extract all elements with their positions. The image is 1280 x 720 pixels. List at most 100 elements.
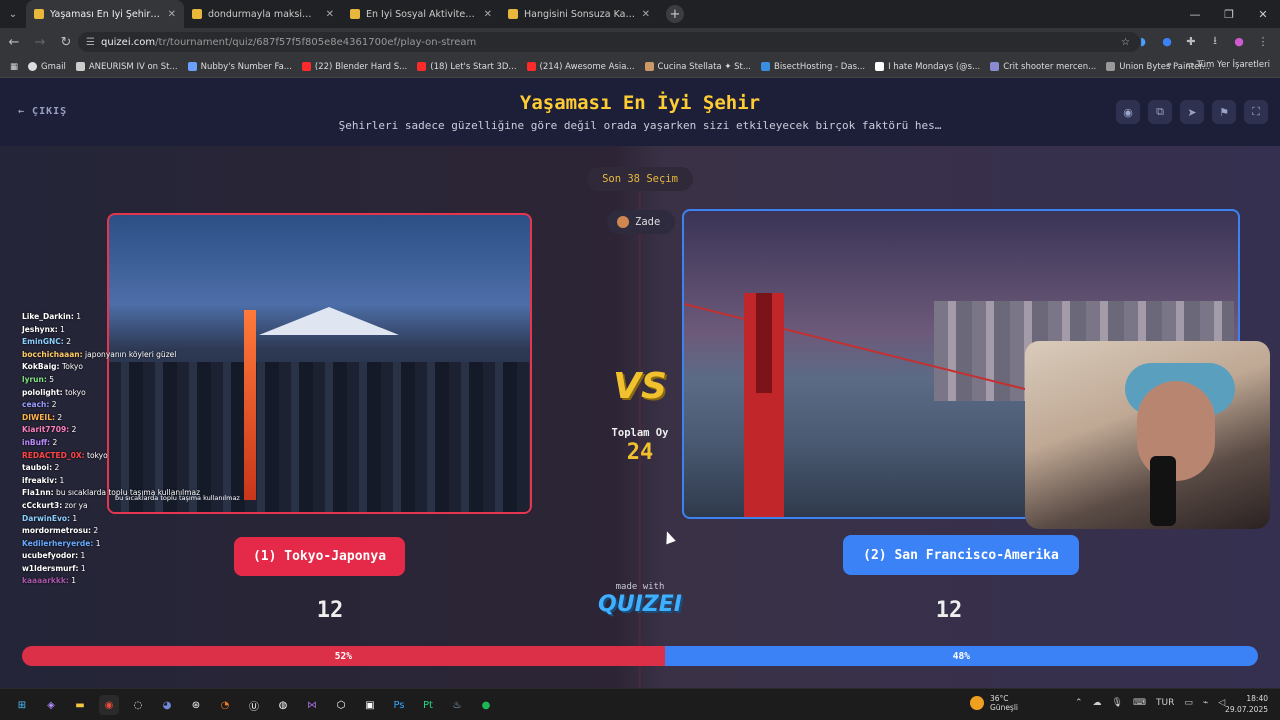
extension-icon[interactable]: ◗ [1134,32,1152,50]
pycharm-icon[interactable]: Pt [418,695,438,715]
keyboard-icon[interactable]: ⌨ [1133,698,1146,708]
bookmark-item[interactable]: (18) Let's Start 3D... [417,62,517,72]
chat-username[interactable]: EminGNC: [22,337,64,346]
close-tab-icon[interactable]: ✕ [642,9,650,20]
download-icon[interactable]: ⭳ [1206,32,1224,50]
app-icon[interactable]: ▣ [360,695,380,715]
chat-username[interactable]: Kedilerheryerde: [22,539,93,548]
chat-username[interactable]: tauboi: [22,463,52,472]
chat-username[interactable]: DIWEIL: [22,413,55,422]
windows-start-icon[interactable]: ⊞ [12,695,32,715]
copy-icon[interactable]: ⧉ [1148,100,1172,124]
fullscreen-icon[interactable]: ⛶ [1244,100,1268,124]
spotify-icon[interactable]: ● [476,695,496,715]
address-bar[interactable]: ☰ quizei.com/tr/tournament/quiz/687f57f5… [78,32,1140,52]
bookmark-item[interactable]: ANEURISM IV on St... [75,62,178,72]
more-menu-icon[interactable]: ⋮ [1254,32,1272,50]
weather-widget[interactable]: 36°C Güneşli [970,694,1018,712]
chat-username[interactable]: bocchichaaan: [22,350,83,359]
send-icon[interactable]: ➤ [1180,100,1204,124]
tab[interactable]: En İyi Sosyal Aktivite - Quizei ✕ [342,0,500,28]
minimize-icon[interactable]: — [1178,0,1212,28]
chat-username[interactable]: DarwinEvo: [22,514,70,523]
close-tab-icon[interactable]: ✕ [326,9,334,20]
close-window-icon[interactable]: ✕ [1246,0,1280,28]
chat-username[interactable]: pololight: [22,388,63,397]
bookmark-item[interactable]: I hate Mondays (@s... [875,62,980,72]
github-icon[interactable]: ◍ [273,695,293,715]
steam-icon[interactable]: ♨ [447,695,467,715]
quizei-logo[interactable]: QUIZEI [596,592,684,617]
close-tab-icon[interactable]: ✕ [484,9,492,20]
chat-username[interactable]: REDACTED_0X: [22,451,85,460]
tab-search-icon[interactable]: ⌄ [0,0,26,28]
extensions-puzzle-icon[interactable]: ✚ [1182,32,1200,50]
chat-username[interactable]: ifreakiv: [22,476,57,485]
chat-username[interactable]: inBuff: [22,438,50,447]
tab[interactable]: dondurmayla maksimum saran ✕ [184,0,342,28]
bookmark-item[interactable]: BisectHosting - Das... [760,62,865,72]
close-tab-icon[interactable]: ✕ [168,9,176,20]
eye-icon[interactable]: ◉ [1116,100,1140,124]
option-right-button[interactable]: (2) San Francisco-Amerika [843,535,1079,575]
new-tab-button[interactable]: + [666,5,684,23]
chat-username[interactable]: kaaaarkkk: [22,576,69,585]
bookmark-star-icon[interactable]: ☆ [1121,37,1130,48]
streamer-face-shape [1137,381,1215,481]
bookmark-item[interactable]: Gmail [28,62,66,72]
all-bookmarks-folder[interactable]: ▭ Tüm Yer İşaretleri [1186,60,1270,70]
network-icon[interactable]: ⌁ [1203,698,1208,708]
copilot-icon[interactable]: ◈ [41,695,61,715]
chat-username[interactable]: ceach: [22,400,49,409]
chat-message: ceach: 2 [22,399,152,412]
chat-username[interactable]: Like_Darkin: [22,312,74,321]
discord-icon[interactable]: ◕ [157,695,177,715]
chat-message: ifreakiv: 1 [22,475,152,488]
made-with-label: made with [615,582,665,592]
profile-avatar-icon[interactable]: ● [1230,32,1248,50]
chat-username[interactable]: KokBaig: [22,362,60,371]
apps-grid-icon[interactable]: ▦ [10,62,18,72]
app-icon[interactable]: ⊛ [186,695,206,715]
chat-username[interactable]: Kiarit7709: [22,425,69,434]
chat-username[interactable]: w1ldersmurf: [22,564,78,573]
tab[interactable]: Hangisini Sonsuza Kadar Yasakl ✕ [500,0,658,28]
option-image-tokyo[interactable]: bu sıcaklarda toplu taşıma kullanılmaz [107,213,532,514]
bookmark-item[interactable]: (214) Awesome Asia... [526,62,635,72]
restore-icon[interactable]: ❐ [1212,0,1246,28]
app-icon[interactable]: ⬡ [331,695,351,715]
chrome-icon[interactable]: ◉ [99,695,119,715]
chat-message: Like_Darkin: 1 [22,311,152,324]
unreal-icon[interactable]: Ⓤ [244,695,264,715]
option-left-button[interactable]: (1) Tokyo-Japonya [234,537,405,576]
site-info-icon[interactable]: ☰ [86,37,95,48]
bookmark-item[interactable]: Cucina Stellata ✦ St... [644,62,751,72]
app-icon[interactable]: ◌ [128,695,148,715]
forward-icon[interactable]: → [28,30,52,54]
photoshop-icon[interactable]: Ps [389,695,409,715]
bookmark-item[interactable]: (22) Blender Hard S... [301,62,407,72]
reload-icon[interactable]: ↻ [54,30,78,54]
visual-studio-icon[interactable]: ⋈ [302,695,322,715]
onedrive-icon[interactable]: ☁ [1093,698,1102,708]
tab-active[interactable]: Yaşaması En İyi Şehir - Quizei ✕ [26,0,184,28]
extension-icon[interactable]: ● [1158,32,1176,50]
monitor-icon[interactable]: ▭ [1184,698,1193,708]
chat-username[interactable]: cCckurt3: [22,501,62,510]
bookmark-item[interactable]: Nubby's Number Fa... [187,62,292,72]
file-explorer-icon[interactable]: ▬ [70,695,90,715]
chat-username[interactable]: ucubefyodor: [22,551,78,560]
flag-icon[interactable]: ⚑ [1212,100,1236,124]
back-icon[interactable]: ← [2,30,26,54]
bookmark-item[interactable]: Crit shooter mercen... [990,62,1096,72]
tray-overflow-icon[interactable]: ⌃ [1075,698,1083,708]
language-indicator[interactable]: TUR [1156,698,1174,708]
mic-icon[interactable]: 🎙 [1112,698,1123,708]
chat-username[interactable]: mordormetrosu: [22,526,91,535]
clock[interactable]: 18:40 29.07.2025 [1225,693,1268,715]
chat-username[interactable]: Jeshynx: [22,325,58,334]
bookmarks-overflow-icon[interactable]: » [1167,60,1172,70]
blender-icon[interactable]: ◔ [215,695,235,715]
chat-username[interactable]: lyrun: [22,375,47,384]
chat-username[interactable]: Fla1nn: [22,488,54,497]
